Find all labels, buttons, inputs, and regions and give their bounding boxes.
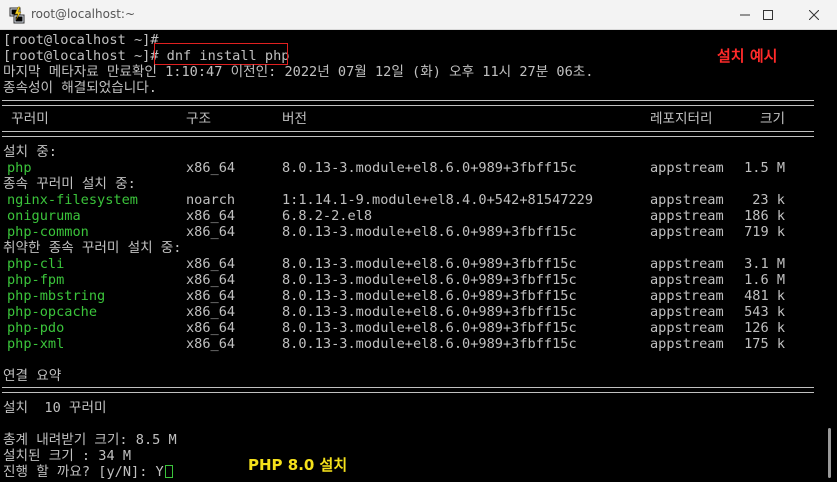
close-icon xyxy=(809,10,819,20)
header-size: 크기 xyxy=(759,111,785,127)
installed-size-line: 설치된 크기 : 34 M xyxy=(3,448,132,464)
package-row: nginx-filesystem noarch 1:1.14.1-9.module+… xyxy=(3,192,815,208)
transaction-summary-title: 연결 요약 xyxy=(3,368,62,384)
text-cursor xyxy=(164,465,173,478)
confirm-prompt-line: 진행 할 까요? [y/N]: Y xyxy=(3,464,173,480)
package-repo: appstream xyxy=(650,272,724,288)
package-arch: x86_64 xyxy=(186,288,236,304)
header-name: 꾸러미 xyxy=(3,111,49,127)
package-version: 8.0.13-3.module+el8.6.0+989+3fbff15c xyxy=(282,272,577,288)
package-version: 8.0.13-3.module+el8.6.0+989+3fbff15c xyxy=(282,160,577,176)
package-size: 1.5 M xyxy=(744,160,785,176)
package-row: php x86_64 8.0.13-3.module+el8.6.0+989+3fb… xyxy=(3,160,815,176)
package-repo: appstream xyxy=(650,192,724,208)
terminal-output[interactable]: [root@localhost ~]# [root@localhost ~]# … xyxy=(0,30,837,482)
package-version: 8.0.13-3.module+el8.6.0+989+3fbff15c xyxy=(282,224,577,240)
package-repo: appstream xyxy=(650,336,724,352)
package-size: 1.6 M xyxy=(744,272,785,288)
package-repo: appstream xyxy=(650,256,724,272)
package-name: oniguruma xyxy=(7,208,81,224)
install-example-annotation: 설치 예시 xyxy=(717,47,778,65)
package-name: php xyxy=(7,160,32,176)
title-bar[interactable]: root@localhost:~ xyxy=(0,0,837,30)
command-highlight-box xyxy=(154,43,288,65)
package-name: php-opcache xyxy=(7,304,98,320)
package-version: 8.0.13-3.module+el8.6.0+989+3fbff15c xyxy=(282,336,577,352)
separator-line xyxy=(2,387,814,393)
terminal-window: root@localhost:~ [root@localhost ~]# [ro… xyxy=(0,0,837,482)
package-repo: appstream xyxy=(650,160,724,176)
package-repo: appstream xyxy=(650,288,724,304)
package-name: nginx-filesystem xyxy=(7,192,138,208)
download-size-line: 총계 내려받기 크기: 8.5 M xyxy=(3,432,177,448)
package-row: php-pdo x86_64 8.0.13-3.module+el8.6.0+989… xyxy=(3,320,815,336)
package-size: 481 k xyxy=(744,288,785,304)
package-name: php-mbstring xyxy=(7,288,106,304)
dependencies-resolved-line: 종속성이 해결되었습니다. xyxy=(3,80,157,96)
package-arch: noarch xyxy=(186,192,236,208)
confirm-prompt: 진행 할 까요? [y/N]: Y xyxy=(3,464,164,480)
header-version: 버전 xyxy=(282,111,308,127)
package-repo: appstream xyxy=(650,224,724,240)
package-size: 186 k xyxy=(744,208,785,224)
table-header: 꾸러미 구조 버전 레포지터리 크기 xyxy=(3,111,815,127)
package-row: php-common x86_64 8.0.13-3.module+el8.6.0+… xyxy=(3,224,815,240)
maximize-button[interactable] xyxy=(745,0,791,30)
vertical-scrollbar[interactable] xyxy=(823,30,837,482)
package-size: 23 k xyxy=(752,192,785,208)
package-arch: x86_64 xyxy=(186,336,236,352)
package-name: php-common xyxy=(7,224,89,240)
package-size: 719 k xyxy=(744,224,785,240)
package-size: 175 k xyxy=(744,336,785,352)
package-size: 543 k xyxy=(744,304,785,320)
scrollbar-thumb[interactable] xyxy=(828,428,831,478)
package-row: oniguruma x86_64 6.8.2-2.el8 appstream 186 k xyxy=(3,208,815,224)
package-arch: x86_64 xyxy=(186,272,236,288)
section-installing: 설치 중: xyxy=(3,144,57,160)
package-repo: appstream xyxy=(650,320,724,336)
section-weak-dependencies: 취약한 종속 꾸러미 설치 중: xyxy=(3,240,182,256)
package-version: 8.0.13-3.module+el8.6.0+989+3fbff15c xyxy=(282,288,577,304)
metadata-check-line: 마지막 메타자료 만료확인 1:10:47 이전인: 2022년 07월 12일… xyxy=(3,64,594,80)
package-arch: x86_64 xyxy=(186,160,236,176)
package-arch: x86_64 xyxy=(186,208,236,224)
package-version: 8.0.13-3.module+el8.6.0+989+3fbff15c xyxy=(282,256,577,272)
package-row: php-mbstring x86_64 8.0.13-3.module+el8.6.… xyxy=(3,288,815,304)
header-arch: 구조 xyxy=(186,111,212,127)
package-name: php-cli xyxy=(7,256,65,272)
package-size: 3.1 M xyxy=(744,256,785,272)
package-version: 6.8.2-2.el8 xyxy=(282,208,373,224)
window-title: root@localhost:~ xyxy=(31,7,136,21)
package-row: php-cli x86_64 8.0.13-3.module+el8.6.0+989… xyxy=(3,256,815,272)
section-dependencies: 종속 꾸러미 설치 중: xyxy=(3,176,136,192)
header-repo: 레포지터리 xyxy=(650,111,713,127)
package-version: 8.0.13-3.module+el8.6.0+989+3fbff15c xyxy=(282,304,577,320)
package-arch: x86_64 xyxy=(186,256,236,272)
putty-terminal-icon xyxy=(9,6,25,24)
close-button[interactable] xyxy=(791,0,837,30)
php-install-annotation: PHP 8.0 설치 xyxy=(248,456,348,474)
package-repo: appstream xyxy=(650,304,724,320)
package-name: php-pdo xyxy=(7,320,65,336)
package-arch: x86_64 xyxy=(186,304,236,320)
package-version: 1:1.14.1-9.module+el8.4.0+542+81547229 xyxy=(282,192,593,208)
package-row: php-fpm x86_64 8.0.13-3.module+el8.6.0+989… xyxy=(3,272,815,288)
prompt-line: [root@localhost ~]# xyxy=(3,32,159,48)
package-name: php-fpm xyxy=(7,272,65,288)
package-repo: appstream xyxy=(650,208,724,224)
package-row: php-xml x86_64 8.0.13-3.module+el8.6.0+989… xyxy=(3,336,815,352)
separator-line xyxy=(2,100,814,106)
package-version: 8.0.13-3.module+el8.6.0+989+3fbff15c xyxy=(282,320,577,336)
package-name: php-xml xyxy=(7,336,65,352)
shell-prompt: [root@localhost ~]# xyxy=(3,48,159,64)
package-arch: x86_64 xyxy=(186,320,236,336)
install-count-line: 설치 10 꾸러미 xyxy=(3,400,107,416)
maximize-icon xyxy=(763,10,773,20)
separator-line xyxy=(2,131,814,137)
package-arch: x86_64 xyxy=(186,224,236,240)
package-size: 126 k xyxy=(744,320,785,336)
package-row: php-opcache x86_64 8.0.13-3.module+el8.6.0… xyxy=(3,304,815,320)
